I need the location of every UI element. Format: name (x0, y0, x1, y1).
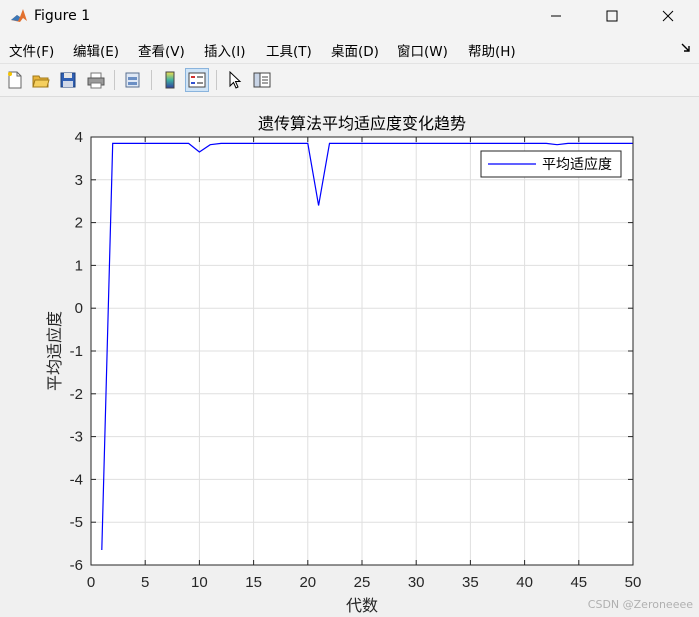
y-tick-label: -2 (70, 386, 83, 403)
print-preview-icon (125, 72, 140, 88)
x-tick-label: 5 (141, 574, 149, 591)
toolbar (0, 64, 699, 97)
y-tick-label: -4 (70, 471, 83, 488)
y-tick-label: 2 (75, 215, 83, 232)
save-button[interactable] (56, 68, 80, 92)
y-tick-label: 3 (75, 172, 83, 189)
print-preview-button[interactable] (121, 68, 145, 92)
y-tick-label: -3 (70, 429, 83, 446)
menu-view[interactable]: 查看(V) (138, 40, 185, 60)
line-chart[interactable]: 0 5 10 15 20 25 30 35 40 45 50 -6 -5 -4 -3 -2 -1 0 1 2 3 4 遗传… (0, 97, 699, 617)
menu-insert[interactable]: 插入(I) (204, 40, 246, 60)
x-tick-label: 35 (462, 574, 479, 591)
minimize-icon (551, 15, 561, 17)
legend-label: 平均适应度 (542, 156, 612, 173)
pointer-button[interactable] (223, 68, 247, 92)
close-icon (662, 10, 674, 22)
arrow-icon[interactable] (681, 43, 691, 53)
toolbar-separator (216, 70, 217, 90)
x-tick-label: 40 (516, 574, 533, 591)
x-tick-label: 20 (299, 574, 316, 591)
figure-canvas: 0 5 10 15 20 25 30 35 40 45 50 -6 -5 -4 -3 -2 -1 0 1 2 3 4 遗传… (0, 97, 699, 617)
legend[interactable]: 平均适应度 (480, 150, 622, 178)
y-tick-label: -1 (70, 343, 83, 360)
menu-desktop[interactable]: 桌面(D) (331, 40, 379, 60)
x-tick-label: 25 (354, 574, 371, 591)
menu-window[interactable]: 窗口(W) (397, 40, 448, 60)
legend-icon (188, 72, 206, 88)
save-icon (60, 72, 76, 88)
x-tick-label: 30 (408, 574, 425, 591)
property-editor-button[interactable] (250, 68, 274, 92)
open-file-button[interactable] (29, 68, 53, 92)
menu-file[interactable]: 文件(F) (9, 40, 54, 60)
maximize-button[interactable] (584, 0, 640, 32)
x-tick-label: 15 (245, 574, 262, 591)
x-tick-label: 45 (570, 574, 587, 591)
property-editor-icon (253, 72, 271, 88)
toolbar-separator (151, 70, 152, 90)
legend-button[interactable] (185, 68, 209, 92)
chart-title: 遗传算法平均适应度变化趋势 (258, 114, 466, 133)
y-tick-label: -6 (70, 557, 83, 574)
colorbar-icon (165, 71, 175, 89)
y-tick-label: 0 (75, 300, 83, 317)
maximize-icon (606, 10, 618, 22)
print-icon (87, 72, 105, 89)
open-file-icon (32, 75, 50, 88)
colorbar-button[interactable] (158, 68, 182, 92)
pointer-icon (229, 71, 242, 89)
print-button[interactable] (84, 68, 108, 92)
x-tick-label: 0 (87, 574, 95, 591)
title-bar: Figure 1 (0, 0, 699, 34)
new-figure-icon (8, 71, 22, 89)
y-axis-label: 平均适应度 (45, 311, 64, 391)
y-tick-label: 4 (75, 129, 83, 146)
menu-bar: 文件(F) 编辑(E) 查看(V) 插入(I) 工具(T) 桌面(D) 窗口(W… (0, 34, 699, 64)
minimize-button[interactable] (528, 0, 584, 32)
matlab-logo-icon (9, 6, 29, 26)
x-axis-label: 代数 (346, 596, 378, 615)
x-tick-label: 50 (625, 574, 642, 591)
menu-help[interactable]: 帮助(H) (468, 40, 516, 60)
new-figure-button[interactable] (3, 68, 27, 92)
toolbar-separator (114, 70, 115, 90)
y-tick-label: 1 (75, 257, 83, 274)
window-title: Figure 1 (34, 8, 91, 24)
menu-tools[interactable]: 工具(T) (266, 40, 312, 60)
y-tick-label: -5 (70, 514, 83, 531)
menu-edit[interactable]: 编辑(E) (73, 40, 119, 60)
close-button[interactable] (640, 0, 696, 32)
watermark: CSDN @Zeroneeee (587, 598, 693, 611)
x-tick-label: 10 (191, 574, 208, 591)
